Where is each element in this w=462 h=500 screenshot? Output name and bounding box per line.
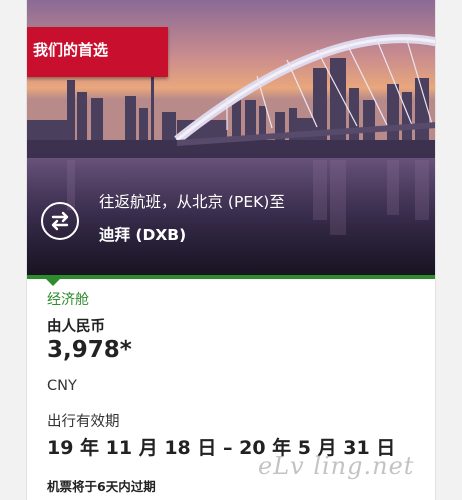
price-from-label: 由人民币 [47,319,105,335]
route-destination-text: 迪拜 (DXB) [99,226,187,244]
cabin-class: 经济舱 [47,292,89,308]
route-origin-text: 往返航班，从北京 (PEK)至 [99,193,285,211]
cabin-accent-bar [27,275,435,279]
currency-code: CNY [47,378,77,394]
badge-fold [26,77,27,86]
fare-expiry-note: 机票将于6天内过期 [47,479,156,494]
fare-price: 3,978* [47,337,132,363]
validity-label: 出行有效期 [47,414,120,430]
cabin-accent-pointer [46,279,60,286]
round-trip-arrows-icon [41,202,79,240]
site-watermark: eLv ling.net [258,452,415,480]
top-pick-badge: 我们的首选 [27,27,168,77]
fare-card[interactable]: 往返航班，从北京 (PEK)至 迪拜 (DXB) 我们的首选 经济舱 由人民币 … [26,0,436,500]
